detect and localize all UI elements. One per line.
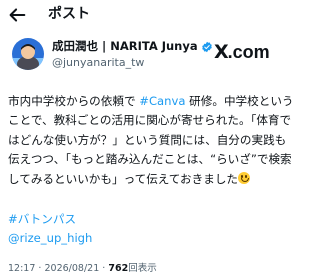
views-count: 762 (108, 263, 129, 274)
post-text: 市内中学校からの依頼で #Canva 研修。中学校ということで、教科ごとの活用に… (8, 92, 296, 189)
author-name-row: 成田潤也 | NARITA Junya (52, 38, 213, 55)
avatar[interactable] (12, 38, 44, 70)
post-time[interactable]: 12:17 (8, 263, 35, 274)
hashtag-canva[interactable]: #Canva (139, 94, 185, 108)
hashtag-batonpass[interactable]: #バトンパス (8, 210, 76, 229)
x-logo-mark: X (214, 41, 229, 63)
mention-link[interactable]: @rize_up_high (8, 229, 92, 248)
author-block: 成田潤也 | NARITA Junya @junyanarita_tw X .c… (0, 38, 300, 78)
post-date[interactable]: 2026/08/21 (44, 263, 99, 274)
post-text-intro: 市内中学校からの依頼で (8, 94, 136, 108)
meta-separator: · (38, 263, 42, 274)
verified-badge-icon (201, 41, 212, 52)
page-title: ポスト (48, 6, 90, 22)
avatar-image (12, 38, 44, 70)
author-handle[interactable]: @junyanarita_tw (52, 55, 144, 71)
top-bar: ポスト (0, 0, 300, 34)
back-arrow-icon[interactable] (6, 4, 28, 26)
x-logo[interactable]: X .com (214, 42, 270, 62)
smiley-emoji-icon (238, 171, 251, 184)
meta-separator: · (102, 263, 106, 274)
x-logo-suffix: .com (227, 42, 270, 62)
views-label: 回表示 (128, 263, 157, 274)
post-meta: 12:17 · 2026/08/21 · 762回表示 (8, 262, 157, 276)
author-name[interactable]: 成田潤也 | NARITA Junya (52, 38, 198, 55)
